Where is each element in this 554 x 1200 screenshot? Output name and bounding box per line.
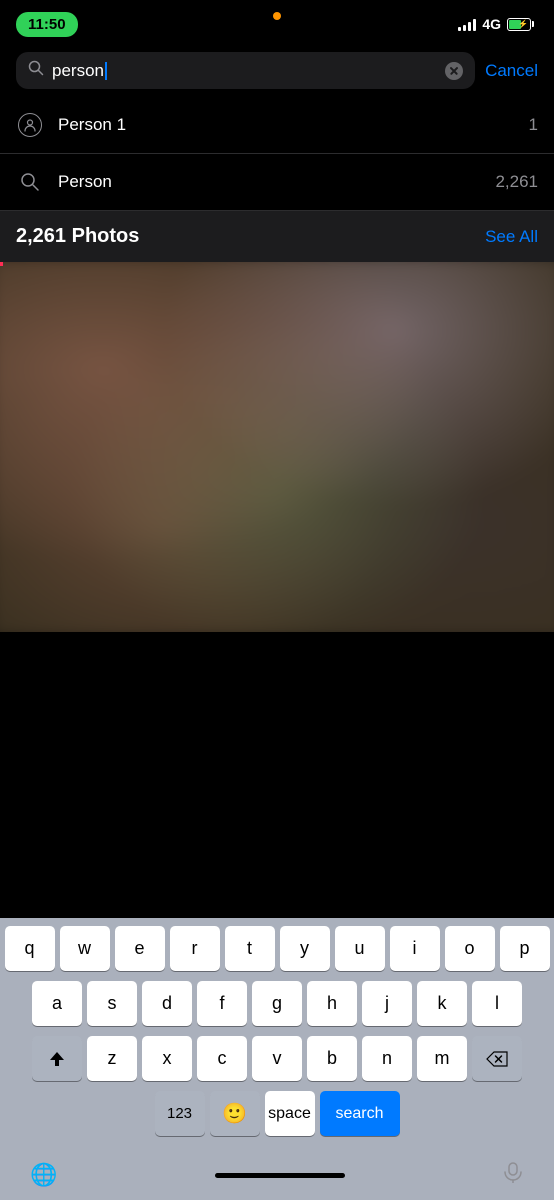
key-h[interactable]: h (307, 981, 357, 1026)
key-v[interactable]: v (252, 1036, 302, 1081)
key-u[interactable]: u (335, 926, 385, 971)
suggestion-person-search[interactable]: Person 2,261 (0, 154, 554, 211)
status-bar: 11:50 4G ⚡ (0, 0, 554, 44)
key-q[interactable]: q (5, 926, 55, 971)
signal-icon (458, 17, 476, 31)
search-input[interactable]: person (52, 61, 437, 81)
key-z[interactable]: z (87, 1036, 137, 1081)
battery-icon: ⚡ (507, 18, 534, 31)
shift-key[interactable] (32, 1036, 82, 1081)
search-icon (28, 60, 44, 81)
key-w[interactable]: w (60, 926, 110, 971)
key-m[interactable]: m (417, 1036, 467, 1081)
key-c[interactable]: c (197, 1036, 247, 1081)
photos-count-title: 2,261 Photos (16, 225, 139, 248)
clear-button[interactable] (445, 62, 463, 80)
key-y[interactable]: y (280, 926, 330, 971)
microphone-icon[interactable] (502, 1161, 524, 1189)
suggestion-person1[interactable]: Person 1 1 (0, 97, 554, 154)
home-indicator[interactable] (215, 1173, 345, 1178)
key-k[interactable]: k (417, 981, 467, 1026)
key-l[interactable]: l (472, 981, 522, 1026)
keyboard-row-1: q w e r t y u i o p (3, 926, 551, 971)
key-j[interactable]: j (362, 981, 412, 1026)
suggestion-person1-label: Person 1 (58, 115, 515, 135)
numbers-key[interactable]: 123 (155, 1091, 205, 1136)
globe-icon[interactable]: 🌐 (30, 1162, 57, 1188)
suggestion-person-count: 2,261 (495, 172, 538, 192)
backspace-key[interactable] (472, 1036, 522, 1081)
keyboard: q w e r t y u i o p a s d f g h j k l z … (0, 918, 554, 1150)
status-time: 11:50 (16, 12, 78, 37)
key-r[interactable]: r (170, 926, 220, 971)
key-d[interactable]: d (142, 981, 192, 1026)
key-b[interactable]: b (307, 1036, 357, 1081)
see-all-button[interactable]: See All (485, 227, 538, 247)
key-f[interactable]: f (197, 981, 247, 1026)
keyboard-row-3: z x c v b n m (3, 1036, 551, 1081)
key-o[interactable]: o (445, 926, 495, 971)
key-x[interactable]: x (142, 1036, 192, 1081)
key-s[interactable]: s (87, 981, 137, 1026)
status-icons: 4G ⚡ (458, 16, 534, 32)
photo-grid-area (0, 262, 554, 632)
search-bar: person Cancel (0, 44, 554, 97)
suggestion-person-label: Person (58, 172, 481, 192)
key-p[interactable]: p (500, 926, 550, 971)
bottom-bar: 🌐 (0, 1150, 554, 1200)
network-label: 4G (482, 16, 501, 32)
photo-red-indicator (0, 262, 554, 266)
space-key[interactable]: space (265, 1091, 315, 1136)
key-e[interactable]: e (115, 926, 165, 971)
key-g[interactable]: g (252, 981, 302, 1026)
keyboard-row-2: a s d f g h j k l (3, 981, 551, 1026)
key-n[interactable]: n (362, 1036, 412, 1081)
suggestions-list: Person 1 1 Person 2,261 (0, 97, 554, 211)
key-t[interactable]: t (225, 926, 275, 971)
person-icon (16, 111, 44, 139)
search-suggestion-icon (16, 168, 44, 196)
key-i[interactable]: i (390, 926, 440, 971)
photo-blur-background (0, 262, 554, 632)
key-a[interactable]: a (32, 981, 82, 1026)
keyboard-row-4: 123 🙂 space search (3, 1091, 551, 1136)
emoji-key[interactable]: 🙂 (210, 1091, 260, 1136)
photos-section-header: 2,261 Photos See All (0, 211, 554, 262)
search-input-wrapper[interactable]: person (16, 52, 475, 89)
suggestion-person1-count: 1 (529, 115, 538, 135)
cancel-button[interactable]: Cancel (485, 61, 538, 81)
orange-dot-indicator (273, 12, 281, 20)
search-key[interactable]: search (320, 1091, 400, 1136)
